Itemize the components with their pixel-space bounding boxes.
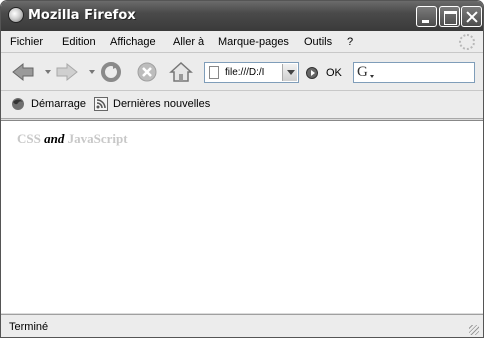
- throbber-icon: [459, 34, 475, 50]
- search-engine-icon[interactable]: G: [357, 64, 368, 81]
- menu-fichier[interactable]: Fichier: [10, 36, 43, 48]
- rss-feed-icon: [94, 97, 108, 111]
- maximize-button[interactable]: [439, 6, 460, 27]
- bookmarks-toolbar: Démarrage Dernières nouvelles: [1, 91, 483, 119]
- address-bar[interactable]: file:///D:/I: [204, 62, 299, 83]
- content-javascript-text: JavaScript: [67, 131, 128, 146]
- window-title: Mozilla Firefox: [28, 8, 136, 23]
- minimize-button[interactable]: [416, 6, 437, 27]
- search-bar[interactable]: G: [353, 62, 475, 83]
- content-css-text: CSS: [17, 131, 41, 146]
- menu-aller-a[interactable]: Aller à: [173, 36, 204, 48]
- status-bar: Terminé: [1, 314, 483, 337]
- navigation-toolbar: file:///D:/I OK G: [1, 53, 483, 91]
- firefox-app-icon[interactable]: [8, 7, 24, 23]
- browser-window: Mozilla Firefox Fichier Edition Affichag…: [0, 0, 484, 338]
- menu-edition[interactable]: Edition: [62, 36, 96, 48]
- title-bar[interactable]: Mozilla Firefox: [1, 1, 483, 31]
- resize-grip-icon[interactable]: [469, 325, 479, 335]
- page-content: CSS and JavaScript: [1, 120, 483, 313]
- go-button-label[interactable]: OK: [326, 67, 342, 79]
- url-history-dropdown-button[interactable]: [282, 64, 297, 81]
- status-text: Terminé: [9, 321, 49, 333]
- stop-icon[interactable]: [135, 61, 159, 83]
- menu-marque-pages[interactable]: Marque-pages: [218, 36, 289, 48]
- bookmark-dernieres-nouvelles[interactable]: Dernières nouvelles: [113, 98, 210, 110]
- url-input[interactable]: file:///D:/I: [225, 67, 283, 78]
- menu-bar: Fichier Edition Affichage Aller à Marque…: [1, 31, 483, 53]
- firefox-icon: [12, 98, 24, 110]
- bookmark-demarrage[interactable]: Démarrage: [31, 98, 86, 110]
- forward-arrow-icon[interactable]: [55, 61, 79, 83]
- menu-affichage[interactable]: Affichage: [110, 36, 156, 48]
- menu-outils[interactable]: Outils: [304, 36, 332, 48]
- content-line: CSS and JavaScript: [17, 131, 128, 147]
- back-dropdown-icon[interactable]: [45, 70, 51, 74]
- go-icon[interactable]: [306, 67, 318, 79]
- forward-dropdown-icon[interactable]: [89, 70, 95, 74]
- search-engine-dropdown-icon[interactable]: [370, 75, 374, 78]
- close-button[interactable]: [461, 6, 482, 27]
- reload-icon[interactable]: [99, 61, 123, 83]
- content-and-text: and: [44, 131, 65, 146]
- home-icon[interactable]: [169, 61, 193, 83]
- page-icon: [209, 66, 219, 79]
- back-arrow-icon[interactable]: [11, 61, 35, 83]
- menu-help[interactable]: ?: [347, 36, 353, 48]
